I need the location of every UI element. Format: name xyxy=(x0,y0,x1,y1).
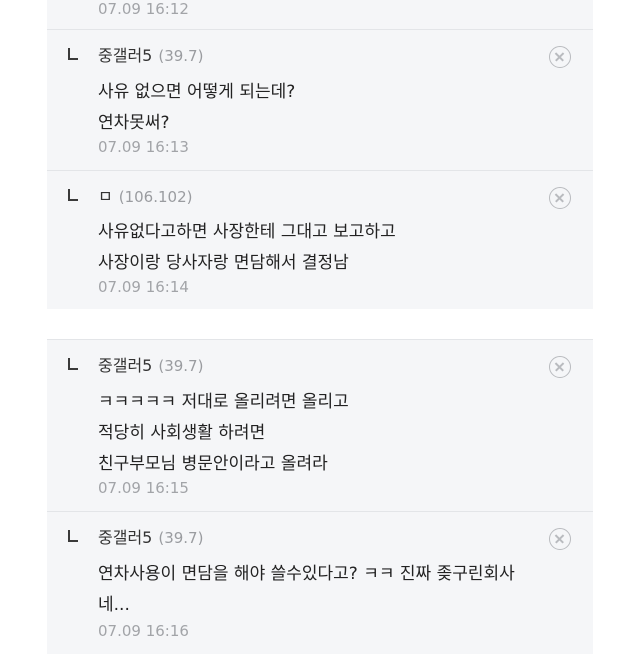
reply-arrow-icon xyxy=(68,530,78,542)
reply-arrow-icon xyxy=(68,358,78,370)
comment-text-line: 연차사용이 면담을 해야 쓸수있다고? ㅋㅋ 진짜 좆구린회사 xyxy=(98,564,515,584)
comment-ip: (39.7) xyxy=(158,47,204,65)
comment-time: 07.09 16:12 xyxy=(98,0,189,18)
comment-card: 중갤러5 (39.7) 연차사용이 면담을 해야 쓸수있다고? ㅋㅋ 진짜 좆구린… xyxy=(47,511,593,654)
comment-text-line: 연차못써? xyxy=(98,113,170,133)
comment-header: 중갤러5 (39.7) xyxy=(98,524,203,548)
comment-header: 중갤러5 (39.7) xyxy=(98,352,203,376)
comment-time: 07.09 16:14 xyxy=(98,278,189,296)
comment-text-line: ㅋㅋㅋㅋㅋ 저대로 올리려면 올리고 xyxy=(98,392,349,412)
comment-ip: (39.7) xyxy=(158,357,204,375)
comment-text-line: 사유 없으면 어떻게 되는데? xyxy=(98,82,296,102)
comment-text-line: 사유없다고하면 사장한테 그대고 보고하고 xyxy=(98,222,396,242)
comment-time: 07.09 16:16 xyxy=(98,622,189,640)
comment-header: ㅁ (106.102) xyxy=(98,183,192,207)
comment-thread: 07.09 16:12 중갤러5 (39.7) 사유 없으면 어떻게 되는데? 연… xyxy=(0,0,640,654)
comment-card-partial: 07.09 16:12 xyxy=(47,0,593,29)
delete-comment-icon[interactable] xyxy=(549,356,571,378)
reply-arrow-icon xyxy=(68,189,78,201)
comment-text-line: 사장이랑 당사자랑 면담해서 결정남 xyxy=(98,253,349,273)
delete-comment-icon[interactable] xyxy=(549,46,571,68)
comment-nickname[interactable]: 중갤러5 xyxy=(98,528,152,547)
comment-time: 07.09 16:15 xyxy=(98,479,189,497)
comment-nickname[interactable]: 중갤러5 xyxy=(98,356,152,375)
comment-ip: (39.7) xyxy=(158,529,204,547)
comment-text-line: 네... xyxy=(98,595,130,615)
delete-comment-icon[interactable] xyxy=(549,187,571,209)
comment-text-line: 친구부모님 병문안이라고 올려라 xyxy=(98,454,328,474)
comment-time: 07.09 16:13 xyxy=(98,138,189,156)
comment-nickname[interactable]: ㅁ xyxy=(98,187,113,206)
comment-header: 중갤러5 (39.7) xyxy=(98,42,203,66)
reply-arrow-icon xyxy=(68,48,78,60)
delete-comment-icon[interactable] xyxy=(549,528,571,550)
comment-card: ㅁ (106.102) 사유없다고하면 사장한테 그대고 보고하고 사장이랑 당사… xyxy=(47,170,593,309)
section-divider xyxy=(47,309,593,339)
comment-ip: (106.102) xyxy=(118,188,193,206)
comment-nickname[interactable]: 중갤러5 xyxy=(98,46,152,65)
comment-card: 중갤러5 (39.7) ㅋㅋㅋㅋㅋ 저대로 올리려면 올리고 적당히 사회생활 하… xyxy=(47,339,593,511)
comment-text-line: 적당히 사회생활 하려면 xyxy=(98,423,266,443)
comment-card: 중갤러5 (39.7) 사유 없으면 어떻게 되는데? 연차못써? 07.09 1… xyxy=(47,29,593,170)
